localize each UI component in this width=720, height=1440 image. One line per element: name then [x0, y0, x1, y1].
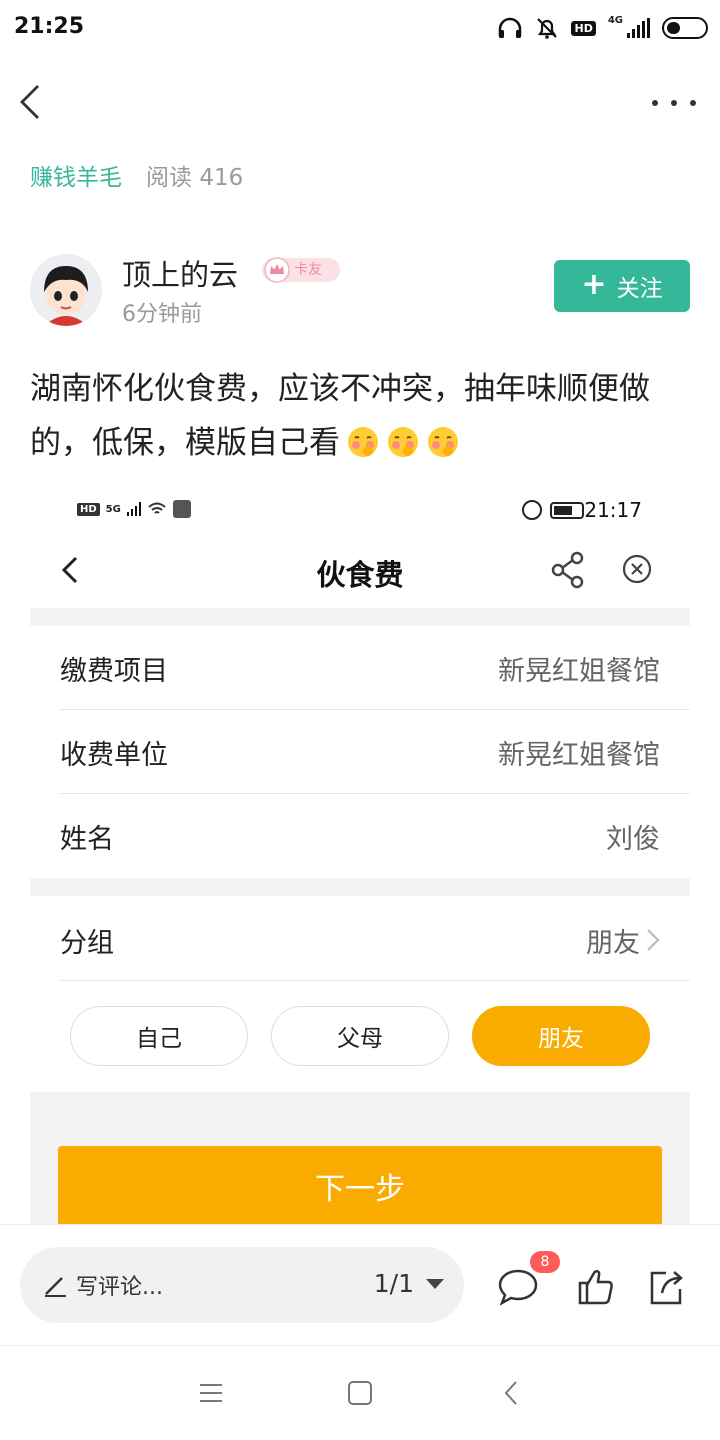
divider	[30, 608, 690, 626]
comment-input[interactable]: 写评论... 1/1	[20, 1247, 464, 1323]
close-icon[interactable]	[620, 552, 654, 586]
blush-face-emoji-icon	[348, 427, 378, 457]
member-badge: 卡友	[262, 257, 340, 283]
divider	[60, 980, 690, 981]
battery-icon	[550, 502, 584, 519]
field-row-group[interactable]: 分组 朋友	[30, 898, 690, 982]
pencil-icon	[45, 1277, 66, 1297]
field-label: 姓名	[60, 823, 114, 855]
back-icon[interactable]	[500, 1378, 524, 1408]
chip-parents[interactable]: 父母	[271, 1006, 449, 1066]
battery-icon	[662, 17, 708, 39]
post-text: 湖南怀化伙食费，应该不冲突，抽年味顺便做的，低保，模版自己看	[30, 371, 650, 461]
category-link[interactable]: 赚钱羊毛	[30, 158, 122, 192]
field-row-name: 姓名 刘俊	[30, 794, 690, 878]
embedded-screenshot[interactable]: HD 5G 21:17 伙食费 缴费项目 新晃红姐餐馆 收费单位 新晃红姐餐馆 …	[30, 486, 690, 1226]
headphones-icon	[499, 17, 522, 38]
field-label: 分组	[60, 927, 114, 959]
breadcrumb: 赚钱羊毛 阅读 416	[30, 158, 243, 192]
divider	[30, 878, 690, 896]
menu-icon[interactable]	[198, 1378, 224, 1408]
author-row: 顶上的云 卡友 6分钟前 + 关注	[30, 252, 690, 332]
network-type: 4G	[607, 14, 623, 26]
alarm-icon	[522, 500, 542, 520]
app-icon	[172, 500, 191, 518]
field-value: 刘俊	[606, 823, 660, 855]
hd-icon: HD	[77, 502, 100, 516]
post-time: 6分钟前	[122, 302, 202, 327]
group-chips: 自己 父母 朋友	[70, 1006, 650, 1066]
network-type: 5G	[105, 503, 121, 515]
hd-icon: HD	[571, 20, 596, 36]
status-bar: 21:25 HD 4G	[0, 0, 720, 56]
screenshot-header: 伙食费	[30, 536, 690, 604]
signal-icon	[126, 502, 141, 516]
field-value: 朋友	[586, 921, 660, 960]
system-nav-bar	[0, 1345, 720, 1440]
author-name[interactable]: 顶上的云	[122, 252, 238, 294]
bottom-action-bar: 写评论... 1/1 8	[0, 1224, 720, 1344]
field-value: 新晃红姐餐馆	[498, 655, 660, 687]
blush-face-emoji-icon	[388, 427, 418, 457]
more-icon[interactable]	[652, 88, 696, 118]
field-label: 收费单位	[60, 739, 168, 771]
blush-face-emoji-icon	[428, 427, 458, 457]
comment-placeholder: 写评论...	[76, 1275, 163, 1300]
plus-icon: +	[581, 266, 607, 302]
back-icon[interactable]	[14, 78, 54, 126]
post-body: 湖南怀化伙食费，应该不冲突，抽年味顺便做的，低保，模版自己看	[30, 362, 694, 470]
crown-icon	[264, 257, 290, 283]
field-row-payment-item: 缴费项目 新晃红姐餐馆	[30, 626, 690, 710]
follow-button[interactable]: + 关注	[554, 260, 690, 312]
status-icons: HD 4G	[497, 12, 708, 44]
bell-muted-icon	[537, 18, 558, 39]
share-icon[interactable]	[644, 1265, 688, 1309]
field-row-payee: 收费单位 新晃红姐餐馆	[30, 710, 690, 794]
home-icon[interactable]	[346, 1378, 374, 1408]
signal-icon	[627, 18, 650, 38]
top-nav	[0, 70, 720, 134]
screenshot-time: 21:17	[584, 498, 642, 522]
chip-self[interactable]: 自己	[70, 1006, 248, 1066]
comment-count-badge: 8	[530, 1251, 560, 1273]
chevron-right-icon	[647, 929, 660, 951]
screenshot-status-bar: HD 5G 21:17	[30, 496, 690, 526]
field-value: 新晃红姐餐馆	[498, 739, 660, 771]
page-indicator[interactable]: 1/1	[374, 1269, 444, 1298]
comment-icon[interactable]	[496, 1265, 540, 1309]
wifi-icon	[148, 502, 166, 514]
page-title: 伙食费	[316, 558, 404, 592]
share-icon[interactable]	[550, 550, 586, 590]
caret-down-icon	[426, 1278, 444, 1289]
chip-friends[interactable]: 朋友	[472, 1006, 650, 1066]
avatar[interactable]	[30, 254, 102, 326]
next-step-button[interactable]: 下一步	[58, 1146, 662, 1226]
thumbs-up-icon[interactable]	[574, 1265, 618, 1309]
read-count: 阅读 416	[146, 165, 244, 191]
status-time: 21:25	[14, 14, 85, 39]
field-label: 缴费项目	[60, 655, 168, 687]
